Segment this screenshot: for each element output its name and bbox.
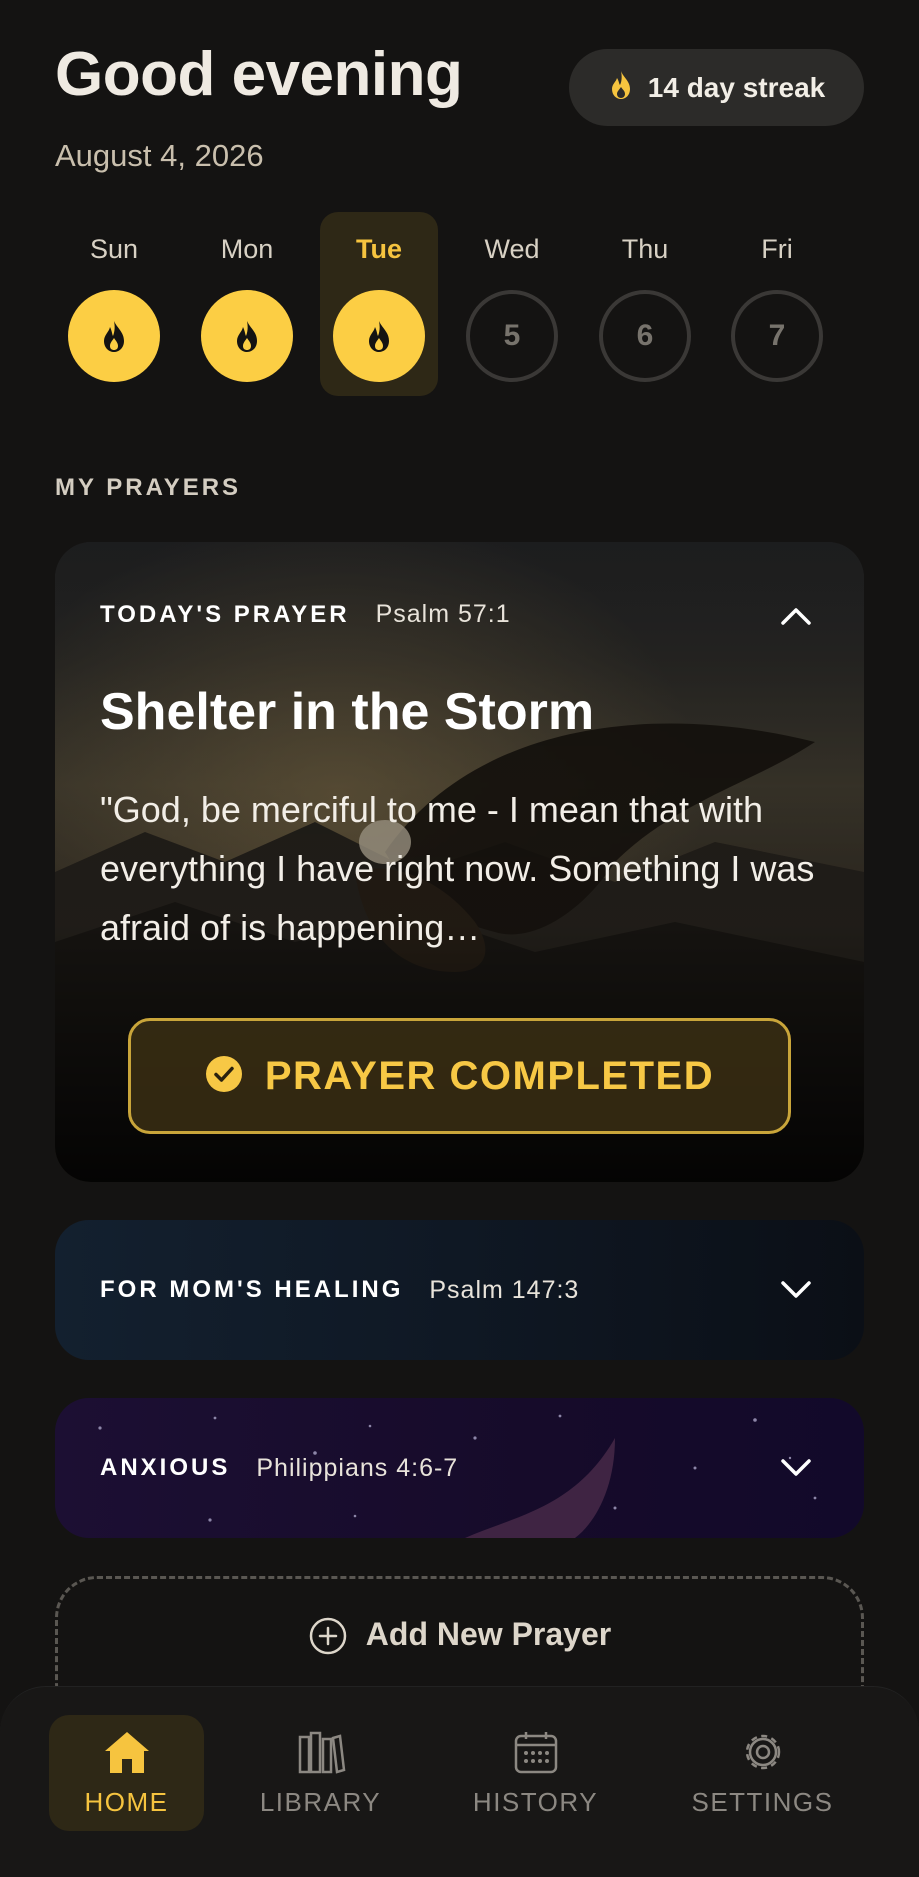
- greeting-title: Good evening: [55, 40, 463, 109]
- day-name: Fri: [761, 234, 793, 264]
- day-name: Mon: [220, 234, 274, 264]
- flame-icon: [201, 290, 293, 382]
- add-new-prayer-label: Add New Prayer: [365, 1616, 612, 1652]
- day-sun[interactable]: Sun: [55, 212, 173, 396]
- scripture-reference: Psalm 147:3: [429, 1275, 580, 1304]
- prayer-tag: TODAY'S PRAYER: [100, 601, 350, 628]
- chevron-down-icon[interactable]: [776, 1270, 816, 1310]
- day-wed[interactable]: Wed 5: [453, 212, 571, 396]
- calendar-icon: [510, 1727, 562, 1777]
- chevron-up-icon[interactable]: [776, 596, 816, 636]
- day-number: 6: [599, 290, 691, 382]
- plus-circle-icon: [308, 1616, 348, 1661]
- library-icon: [295, 1727, 347, 1777]
- scripture-reference: Philippians 4:6-7: [256, 1453, 459, 1482]
- current-date: August 4, 2026: [55, 138, 264, 173]
- flame-icon: [608, 70, 634, 105]
- nav-item-home[interactable]: HOME: [49, 1715, 204, 1831]
- day-number: 7: [731, 290, 823, 382]
- prayer-title: Shelter in the Storm: [100, 683, 595, 741]
- streak-label: 14 day streak: [647, 71, 826, 103]
- day-name: Tue: [356, 234, 402, 264]
- day-name: Sun: [89, 234, 139, 264]
- prayer-tag: ANXIOUS: [100, 1454, 231, 1481]
- chevron-down-icon[interactable]: [776, 1448, 816, 1488]
- card-header: TODAY'S PRAYER Psalm 57:1: [100, 600, 511, 629]
- week-tracker: Sun Mon Tue Wed 5 Thu 6 Fri 7: [55, 212, 864, 396]
- day-mon[interactable]: Mon: [188, 212, 306, 396]
- header: Good evening August 4, 2026: [55, 40, 463, 174]
- nav-item-library[interactable]: LIBRARY: [243, 1715, 398, 1831]
- prayer-card-anxious[interactable]: ANXIOUS Philippians 4:6-7: [55, 1398, 864, 1538]
- prayer-completed-button[interactable]: PRAYER COMPLETED: [128, 1018, 791, 1134]
- check-circle-icon: [205, 1055, 243, 1098]
- day-thu[interactable]: Thu 6: [586, 212, 704, 396]
- nav-label: HOME: [84, 1787, 169, 1817]
- nav-label: HISTORY: [472, 1787, 599, 1817]
- nav-item-settings[interactable]: SETTINGS: [685, 1715, 840, 1831]
- day-name: Thu: [621, 234, 669, 264]
- home-icon: [101, 1727, 153, 1777]
- prayer-card-moms-healing[interactable]: FOR MOM'S HEALING Psalm 147:3: [55, 1220, 864, 1360]
- streak-badge[interactable]: 14 day streak: [569, 49, 864, 126]
- day-number: 5: [466, 290, 558, 382]
- day-name: Wed: [484, 234, 540, 264]
- flame-icon: [68, 290, 160, 382]
- scripture-reference: Psalm 57:1: [375, 600, 511, 628]
- prayer-excerpt: "God, be merciful to me - I mean that wi…: [100, 789, 815, 948]
- bottom-navigation: HOME LIBRARY HISTORY SETTINGS: [0, 1686, 919, 1877]
- prayer-tag: FOR MOM'S HEALING: [100, 1276, 404, 1303]
- prayer-card-today[interactable]: TODAY'S PRAYER Psalm 57:1 Shelter in the…: [55, 542, 864, 1182]
- nav-label: LIBRARY: [259, 1787, 382, 1817]
- day-fri[interactable]: Fri 7: [718, 212, 836, 396]
- prayer-completed-label: PRAYER COMPLETED: [264, 1053, 715, 1098]
- nav-label: SETTINGS: [691, 1787, 834, 1817]
- nav-item-history[interactable]: HISTORY: [458, 1715, 613, 1831]
- gear-icon: [737, 1727, 789, 1777]
- day-tue[interactable]: Tue: [320, 212, 438, 396]
- section-label: MY PRAYERS: [55, 474, 242, 501]
- flame-icon: [333, 290, 425, 382]
